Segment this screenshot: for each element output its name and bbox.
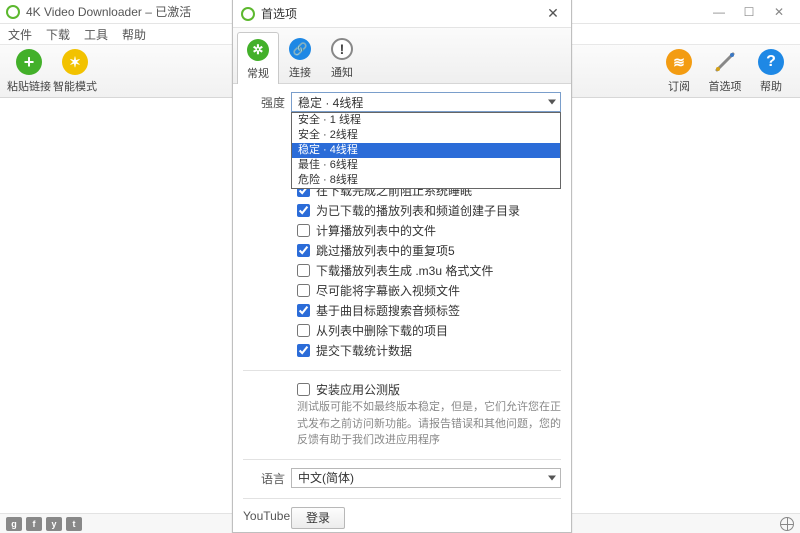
app-icon [6, 5, 20, 19]
checkbox[interactable] [297, 244, 310, 257]
intensity-option[interactable]: 危险 · 8线程 [292, 173, 560, 188]
tab-general-label: 常规 [247, 65, 269, 81]
checkbox[interactable] [297, 383, 310, 396]
preferences-label: 首选项 [709, 78, 742, 94]
check-skip-dup[interactable]: 跳过播放列表中的重复项5 [297, 240, 561, 260]
paste-link-label: 粘贴链接 [7, 78, 51, 94]
youtube-row: YouTube 登录 [243, 507, 561, 529]
plus-icon: + [15, 48, 43, 76]
tab-general[interactable]: ✲ 常规 [237, 32, 279, 84]
dialog-close-button[interactable]: ✕ [543, 5, 563, 22]
gear-icon: ✲ [245, 37, 271, 63]
menu-tools[interactable]: 工具 [84, 26, 108, 43]
checkbox[interactable] [297, 204, 310, 217]
intensity-select[interactable]: 稳定 · 4线程 [291, 92, 561, 112]
dialog-title: 首选项 [261, 5, 543, 22]
tools-icon [711, 48, 739, 76]
youtube-login-button[interactable]: 登录 [291, 507, 345, 529]
social-t-icon[interactable]: t [66, 517, 82, 531]
bulb-icon: ✶ [61, 48, 89, 76]
check-subdir[interactable]: 为已下载的播放列表和频道创建子目录 [297, 200, 561, 220]
dialog-body: 强度 稳定 · 4线程 安全 · 1 线程 安全 · 2线程 稳定 · 4线程 … [233, 84, 571, 532]
dialog-app-icon [241, 7, 255, 21]
check-m3u[interactable]: 下载播放列表生成 .m3u 格式文件 [297, 260, 561, 280]
intensity-value: 稳定 · 4线程 [298, 94, 363, 111]
tab-notify-label: 通知 [331, 64, 353, 80]
subscribe-label: 订阅 [668, 78, 690, 94]
intensity-dropdown: 安全 · 1 线程 安全 · 2线程 稳定 · 4线程 最佳 · 6线程 危险 … [291, 112, 561, 189]
window-minimize-button[interactable]: — [704, 2, 734, 22]
preferences-button[interactable]: 首选项 [702, 48, 748, 94]
check-remove-after[interactable]: 从列表中删除下载的项目 [297, 320, 561, 340]
intensity-option[interactable]: 最佳 · 6线程 [292, 158, 560, 173]
checkbox[interactable] [297, 304, 310, 317]
social-f-icon[interactable]: f [26, 517, 42, 531]
alert-icon: ! [329, 36, 355, 62]
youtube-label: YouTube [243, 507, 291, 529]
social-g-icon[interactable]: g [6, 517, 22, 531]
rss-icon: ≋ [665, 48, 693, 76]
checkbox[interactable] [297, 224, 310, 237]
chevron-down-icon [548, 475, 556, 480]
divider [243, 498, 561, 499]
language-label: 语言 [243, 468, 291, 488]
tab-connection[interactable]: 🔗 连接 [279, 31, 321, 83]
checkbox[interactable] [297, 284, 310, 297]
language-row: 语言 中文(简体) [243, 468, 561, 488]
link-icon: 🔗 [287, 36, 313, 62]
intensity-option[interactable]: 稳定 · 4线程 [292, 143, 560, 158]
subscribe-button[interactable]: ≋ 订阅 [656, 48, 702, 94]
globe-icon[interactable] [780, 517, 794, 531]
checkbox[interactable] [297, 324, 310, 337]
menu-download[interactable]: 下载 [46, 26, 70, 43]
divider [243, 459, 561, 460]
social-links: g f y t [6, 517, 82, 531]
window-close-button[interactable]: ✕ [764, 2, 794, 22]
social-y-icon[interactable]: y [46, 517, 62, 531]
menu-help[interactable]: 帮助 [122, 26, 146, 43]
checkbox[interactable] [297, 264, 310, 277]
general-checks: 在下载完成之前阻止系统睡眠 为已下载的播放列表和频道创建子目录 计算播放列表中的… [297, 180, 561, 360]
intensity-row: 强度 稳定 · 4线程 安全 · 1 线程 安全 · 2线程 稳定 · 4线程 … [243, 92, 561, 112]
smart-mode-label: 智能模式 [53, 78, 97, 94]
intensity-option[interactable]: 安全 · 1 线程 [292, 113, 560, 128]
check-beta[interactable]: 安装应用公测版 [297, 379, 561, 399]
paste-link-button[interactable]: + 粘贴链接 [6, 48, 52, 94]
check-submit-stats[interactable]: 提交下载统计数据 [297, 340, 561, 360]
intensity-label: 强度 [243, 92, 291, 112]
menu-file[interactable]: 文件 [8, 26, 32, 43]
chevron-down-icon [548, 100, 556, 105]
checkbox[interactable] [297, 344, 310, 357]
help-button[interactable]: ? 帮助 [748, 48, 794, 94]
tab-connection-label: 连接 [289, 64, 311, 80]
dialog-tabs: ✲ 常规 🔗 连接 ! 通知 [233, 28, 571, 84]
check-audio-tags[interactable]: 基于曲目标题搜索音频标签 [297, 300, 561, 320]
help-icon: ? [757, 48, 785, 76]
smart-mode-button[interactable]: ✶ 智能模式 [52, 48, 98, 94]
language-value: 中文(简体) [298, 469, 354, 486]
help-label: 帮助 [760, 78, 782, 94]
divider [243, 370, 561, 371]
beta-note: 测试版可能不如最终版本稳定，但是，它们允许您在正式发布之前访问新功能。请报告错误… [297, 399, 561, 449]
check-count[interactable]: 计算播放列表中的文件 [297, 220, 561, 240]
preferences-dialog: 首选项 ✕ ✲ 常规 🔗 连接 ! 通知 强度 稳定 [232, 0, 572, 533]
tab-notify[interactable]: ! 通知 [321, 31, 363, 83]
intensity-option[interactable]: 安全 · 2线程 [292, 128, 560, 143]
check-embed-sub[interactable]: 尽可能将字幕嵌入视频文件 [297, 280, 561, 300]
dialog-titlebar: 首选项 ✕ [233, 0, 571, 28]
window-maximize-button[interactable]: ☐ [734, 2, 764, 22]
language-select[interactable]: 中文(简体) [291, 468, 561, 488]
